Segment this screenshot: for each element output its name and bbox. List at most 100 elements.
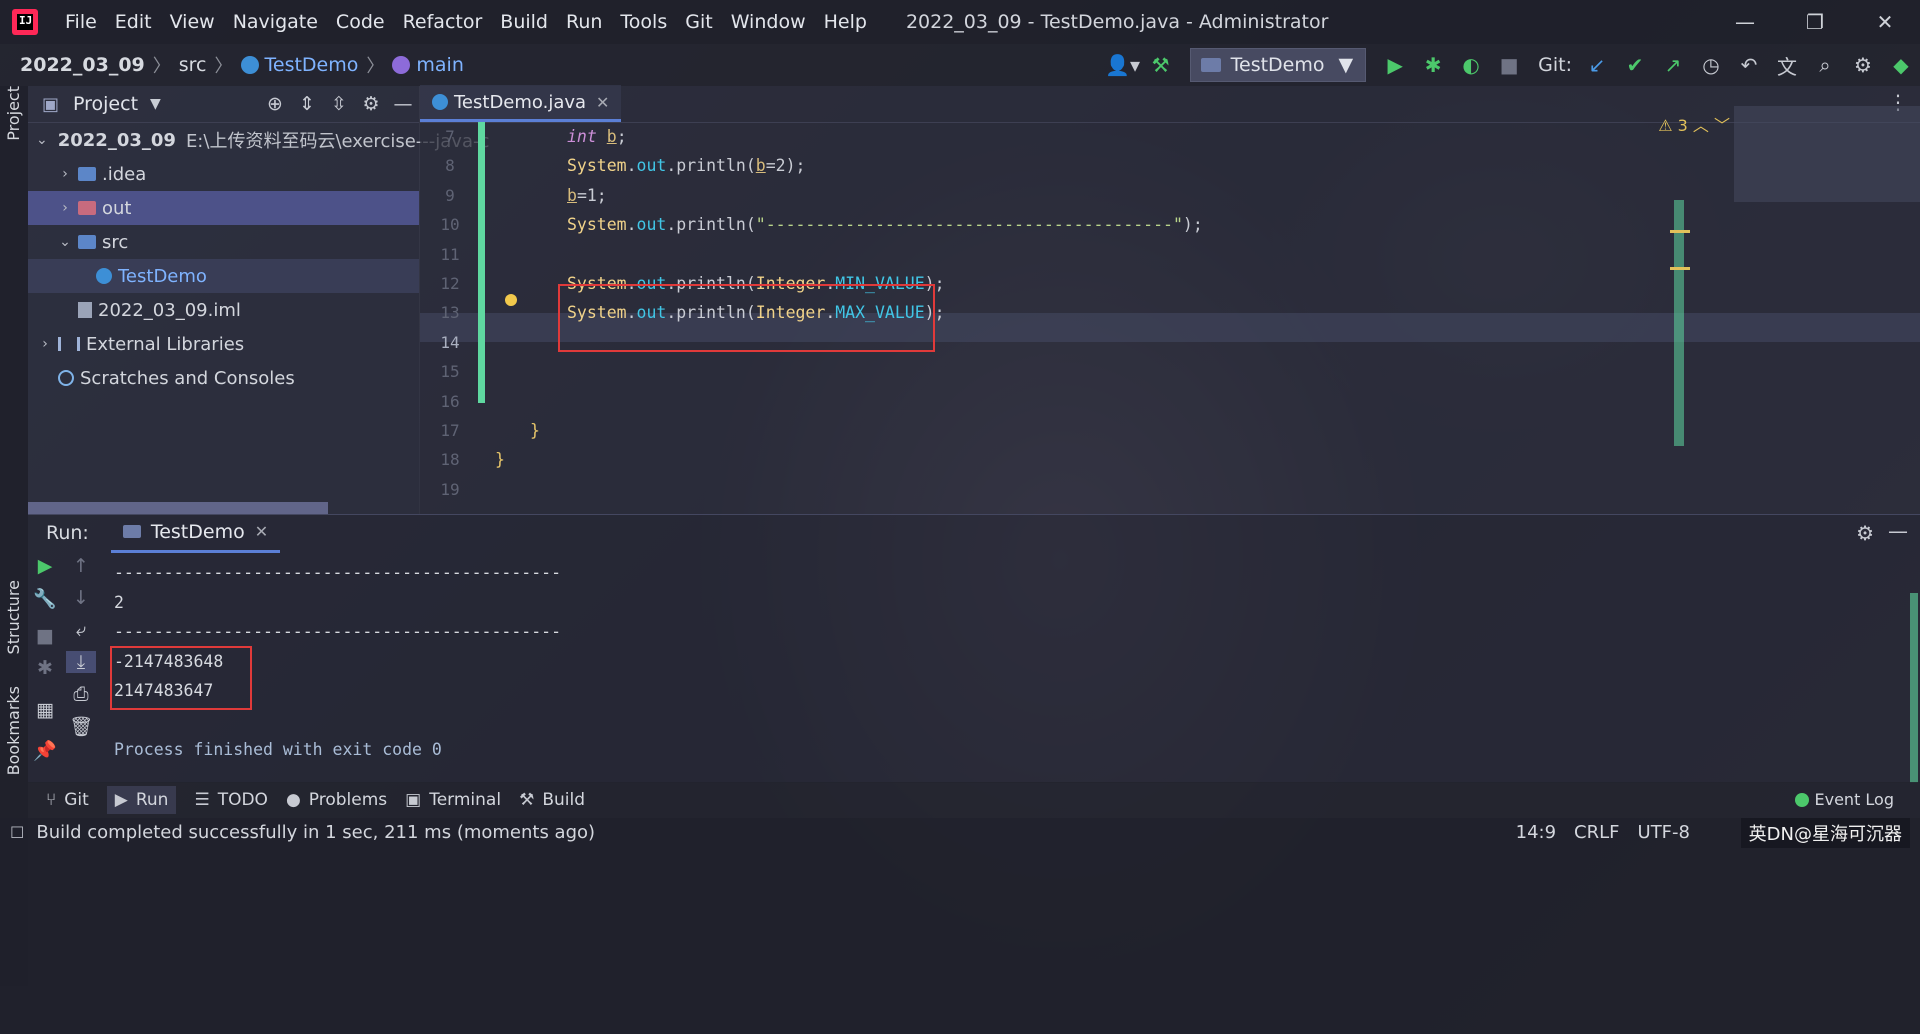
tree-item-out[interactable]: › out xyxy=(28,191,419,225)
menu-code[interactable]: Code xyxy=(327,11,394,33)
rollback-icon[interactable]: ↶ xyxy=(1730,53,1768,77)
up-arrow-icon[interactable]: ↑ xyxy=(66,555,96,577)
tool-tab-label: Run xyxy=(135,790,169,810)
debug-icon[interactable]: ✱ xyxy=(30,657,60,679)
chevron-down-icon[interactable]: ⌄ xyxy=(56,234,74,250)
tree-item-project-root[interactable]: ⌄ 2022_03_09 E:\上传资料至码云\exercise---java-… xyxy=(28,123,489,157)
run-icon[interactable]: ▶ xyxy=(1376,53,1414,77)
menu-view[interactable]: View xyxy=(161,11,224,33)
toggle-panels-icon[interactable]: ☐ xyxy=(10,823,24,842)
translate-icon[interactable]: 文 xyxy=(1768,51,1806,80)
breadcrumb-src[interactable]: src xyxy=(179,54,207,76)
breadcrumb-class[interactable]: TestDemo xyxy=(265,54,359,76)
console-scrollbar[interactable] xyxy=(1910,593,1918,783)
down-arrow-icon[interactable]: ↓ xyxy=(66,587,96,609)
intention-bulb-icon[interactable] xyxy=(505,294,517,306)
run-configuration-select[interactable]: TestDemo ▼ xyxy=(1189,48,1367,82)
build-hammer-icon[interactable]: ⚒ xyxy=(1142,53,1180,77)
field: out xyxy=(636,156,667,175)
user-icon[interactable]: 👤▾ xyxy=(1104,53,1142,77)
chevron-right-icon[interactable]: › xyxy=(36,336,54,352)
gear-icon[interactable]: ⚙ xyxy=(1856,521,1874,545)
tree-item-src[interactable]: ⌄ src xyxy=(28,225,419,259)
menu-tools[interactable]: Tools xyxy=(611,11,676,33)
tool-tab-git[interactable]: ⑂ Git xyxy=(46,790,89,810)
plugin-icon[interactable]: ◆ xyxy=(1882,53,1920,77)
locate-icon[interactable]: ⊕ xyxy=(259,93,291,115)
close-window-button[interactable]: ✕ xyxy=(1850,0,1920,44)
tool-tab-terminal[interactable]: ▣ Terminal xyxy=(405,790,501,810)
minimize-button[interactable]: — xyxy=(1710,0,1780,44)
tool-tab-label: Git xyxy=(64,790,89,810)
soft-wrap-icon[interactable]: ⤶ xyxy=(66,619,96,641)
history-icon[interactable]: ◷ xyxy=(1692,53,1730,77)
chevron-down-icon[interactable]: ⌄ xyxy=(36,132,48,148)
tree-item-scratches[interactable]: Scratches and Consoles xyxy=(28,361,419,395)
hide-icon[interactable]: — xyxy=(387,93,419,115)
project-panel-title[interactable]: Project xyxy=(73,93,138,115)
restore-button[interactable]: ❐ xyxy=(1780,0,1850,44)
rerun-icon[interactable]: ▶ xyxy=(30,555,60,577)
breadcrumb-method[interactable]: main xyxy=(416,54,463,76)
horizontal-scrollbar[interactable] xyxy=(28,502,328,514)
close-icon[interactable]: ✕ xyxy=(596,93,609,112)
menu-run[interactable]: Run xyxy=(557,11,611,33)
tool-tab-problems[interactable]: ● Problems xyxy=(286,790,387,810)
print-icon[interactable]: ⎙ xyxy=(66,683,96,705)
menu-edit[interactable]: Edit xyxy=(106,11,161,33)
git-commit-icon[interactable]: ✔ xyxy=(1616,53,1654,77)
event-log-button[interactable]: Event Log xyxy=(1794,790,1894,809)
error-stripe-markers[interactable] xyxy=(1670,230,1690,270)
vcs-change-marker[interactable] xyxy=(478,122,485,403)
chevron-right-icon[interactable]: › xyxy=(56,200,74,216)
chevron-down-icon[interactable]: ▼ xyxy=(150,96,161,112)
collapse-all-icon[interactable]: ⇳ xyxy=(323,93,355,115)
chevron-right-icon[interactable]: › xyxy=(56,166,74,182)
scroll-to-end-icon[interactable]: ⤓ xyxy=(66,651,96,673)
close-icon[interactable]: ✕ xyxy=(255,522,268,541)
tool-tab-todo[interactable]: ☰ TODO xyxy=(194,790,268,810)
menu-git[interactable]: Git xyxy=(676,11,721,33)
file-encoding[interactable]: UTF-8 xyxy=(1638,822,1690,843)
trash-icon[interactable]: 🗑 xyxy=(66,715,96,738)
status-message[interactable]: Build completed successfully in 1 sec, 2… xyxy=(36,822,595,843)
settings-icon[interactable]: ⚙ xyxy=(1844,53,1882,77)
tab-testdemo-java[interactable]: TestDemo.java ✕ xyxy=(420,85,622,122)
layout-icon[interactable]: ▦ xyxy=(30,699,60,721)
intellij-logo-icon[interactable]: IJ xyxy=(12,9,38,35)
warning-indicator[interactable]: ⚠ 3 ︿ ﹀ xyxy=(1658,112,1730,136)
pin-icon[interactable]: 📌 xyxy=(30,739,60,762)
line-separator[interactable]: CRLF xyxy=(1574,822,1619,843)
caret-position[interactable]: 14:9 xyxy=(1516,822,1556,843)
search-icon[interactable]: ⌕ xyxy=(1806,53,1844,77)
menu-help[interactable]: Help xyxy=(815,11,876,33)
project-tool-tab[interactable]: Project xyxy=(4,86,23,141)
stop-icon[interactable]: ■ xyxy=(30,625,60,647)
structure-tool-tab[interactable]: Structure xyxy=(4,580,23,654)
coverage-icon[interactable]: ◐ xyxy=(1452,53,1490,77)
stop-icon[interactable]: ■ xyxy=(1490,53,1528,77)
menu-file[interactable]: File xyxy=(56,11,106,33)
menu-refactor[interactable]: Refactor xyxy=(394,11,492,33)
wrench-icon[interactable]: 🔧 xyxy=(30,587,60,610)
git-push-icon[interactable]: ↗ xyxy=(1654,53,1692,77)
git-update-icon[interactable]: ↙ xyxy=(1578,53,1616,77)
gear-icon[interactable]: ⚙ xyxy=(355,93,387,115)
expand-all-icon[interactable]: ⇕ xyxy=(291,93,323,115)
tool-tab-run[interactable]: ▶ Run xyxy=(106,786,177,814)
menu-navigate[interactable]: Navigate xyxy=(224,11,327,33)
code-minimap[interactable] xyxy=(1734,106,1920,202)
hide-icon[interactable]: — xyxy=(1888,519,1908,543)
terminal-icon: ▣ xyxy=(405,790,422,810)
tree-item-iml[interactable]: 2022_03_09.iml xyxy=(28,293,419,327)
debug-icon[interactable]: ✱ xyxy=(1414,53,1452,77)
tree-item-testdemo[interactable]: TestDemo xyxy=(28,259,419,293)
tree-item-idea[interactable]: › .idea xyxy=(28,157,419,191)
bookmarks-tool-tab[interactable]: Bookmarks xyxy=(4,686,23,775)
menu-build[interactable]: Build xyxy=(491,11,557,33)
breadcrumb-project[interactable]: 2022_03_09 xyxy=(20,54,145,76)
menu-window[interactable]: Window xyxy=(722,11,815,33)
tool-tab-build[interactable]: ⚒ Build xyxy=(519,790,585,810)
tab-run-testdemo[interactable]: TestDemo ✕ xyxy=(110,514,281,553)
tree-item-external-libraries[interactable]: › External Libraries xyxy=(28,327,419,361)
